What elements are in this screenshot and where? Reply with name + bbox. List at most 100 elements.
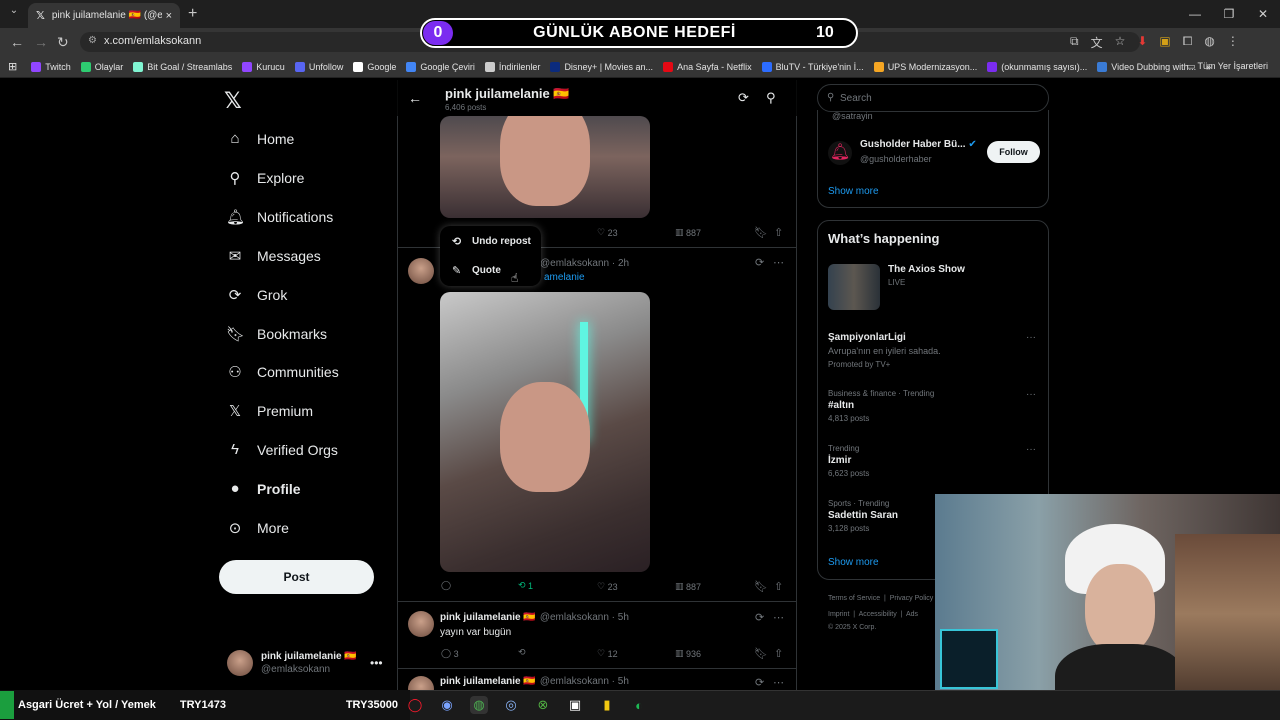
forward-icon[interactable]: → (34, 34, 48, 50)
new-tab-icon[interactable]: + (188, 5, 197, 23)
bookmark-item[interactable]: Google (353, 61, 396, 72)
bookmark-icon[interactable]: 🔖︎ (754, 580, 768, 593)
views-action[interactable]: ▥ 936 (675, 648, 701, 659)
grok-icon[interactable]: ⟳ (755, 256, 764, 269)
reload-icon[interactable]: ↻ (57, 34, 69, 51)
nav-item-more[interactable]: ⊙ More (226, 519, 289, 537)
download-extension-icon[interactable]: ⬇ (1137, 34, 1147, 51)
like-action[interactable]: ♡ 12 (597, 648, 618, 659)
browser-tab[interactable]: 𝕏 pink juilamelanie 🇪🇸 (@emlakso... × (28, 3, 180, 28)
views-action[interactable]: ▥ 887 (675, 581, 701, 592)
repost-action[interactable]: ⟲ (518, 647, 526, 658)
trend-title[interactable]: ŞampiyonlarLigi (828, 332, 906, 343)
bookmark-icon[interactable]: 🔖︎ (754, 647, 768, 660)
bookmark-item[interactable]: İndirilenler (484, 61, 540, 72)
nav-item-communities[interactable]: ⚇ Communities (226, 363, 338, 381)
bookmark-item[interactable]: Twitch (31, 61, 71, 72)
minimize-icon[interactable]: — (1178, 0, 1212, 28)
translate-icon[interactable]: 文 (1091, 34, 1103, 51)
nav-item-grok[interactable]: ⟳ Grok (226, 286, 288, 304)
show-more-link[interactable]: Show more (828, 186, 879, 197)
nav-item-bookmarks[interactable]: 🔖︎ Bookmarks (226, 325, 327, 343)
search-input[interactable]: ⚲ Search (817, 84, 1049, 112)
nav-item-verified-orgs[interactable]: ϟ Verified Orgs (226, 441, 338, 458)
nav-item-profile[interactable]: ● Profile (226, 480, 300, 497)
account-switcher[interactable]: pink juilamelanie 🇪🇸 @emlaksokann (227, 650, 357, 676)
bookmark-item[interactable]: Kurucu (242, 61, 285, 72)
trend-more-icon[interactable]: ··· (1026, 444, 1036, 455)
repost-action[interactable]: ⟲ 1 (518, 580, 533, 591)
live-title[interactable]: The Axios Show (888, 264, 965, 275)
site-info-icon[interactable]: ⚙ (88, 35, 97, 46)
like-action[interactable]: ♡ 23 (597, 227, 618, 238)
post-image[interactable] (440, 116, 650, 218)
tab-close-icon[interactable]: × (166, 10, 172, 22)
avatar[interactable] (408, 258, 434, 284)
all-bookmarks-folder[interactable]: ▭ Tüm Yer İşaretleri (1187, 61, 1268, 72)
suggested-name[interactable]: Gusholder Haber Bü... ✔ (860, 139, 977, 150)
nav-item-explore[interactable]: ⚲ Explore (226, 169, 305, 187)
undo-repost-option[interactable]: ⟲ Undo repost (452, 235, 531, 248)
nav-item-home[interactable]: ⌂ Home (226, 130, 294, 147)
close-window-icon[interactable]: ✕ (1246, 0, 1280, 28)
xbox-icon[interactable]: ⊗ (534, 696, 552, 714)
reply-action[interactable]: ◯ 3 (441, 648, 459, 659)
profile-icon[interactable]: ◍ (1204, 34, 1214, 51)
trend-title[interactable]: İzmir (828, 455, 851, 466)
bell-logo-icon[interactable]: 🔔︎ (828, 141, 852, 165)
bookmark-item[interactable]: BluTV - Türkiye'nin İ... (761, 61, 864, 72)
views-action[interactable]: ▥ 887 (675, 227, 701, 238)
post-image[interactable] (440, 292, 650, 572)
more-icon[interactable]: ⋯ (773, 256, 784, 269)
chrome-icon[interactable]: ◍ (470, 696, 488, 714)
back-arrow-icon[interactable]: ← (408, 90, 422, 106)
like-action[interactable]: ♡ 23 (597, 581, 618, 592)
trend-title[interactable]: #altın (828, 400, 854, 411)
bookmark-item[interactable]: Unfollow (294, 61, 343, 72)
reply-action[interactable]: ◯ (441, 580, 451, 591)
nav-item-notifications[interactable]: 🔔︎ Notifications (226, 208, 333, 226)
menu-kebab-icon[interactable]: ⋮ (1227, 34, 1239, 51)
account-more-icon[interactable]: ••• (370, 656, 383, 670)
powerbi-icon[interactable]: ▮ (598, 696, 616, 714)
avatar[interactable] (408, 611, 434, 637)
trend-title[interactable]: Sadettin Saran (828, 510, 898, 521)
bookmark-item[interactable]: Ana Sayfa - Netflix (663, 61, 752, 72)
app-icon[interactable]: ◉ (438, 696, 456, 714)
post-button[interactable]: Post (219, 560, 374, 594)
extension-icon[interactable]: ▣ (1159, 34, 1170, 51)
app-icon[interactable]: ▣ (566, 696, 584, 714)
bookmark-item[interactable]: Video Dubbing with... (1097, 61, 1196, 72)
restore-icon[interactable]: ❐ (1212, 0, 1246, 28)
opera-icon[interactable]: ◯ (406, 696, 424, 714)
back-icon[interactable]: ← (10, 34, 24, 50)
app-icon[interactable]: ◎ (502, 696, 520, 714)
more-icon[interactable]: ⋯ (773, 611, 784, 624)
share-icon[interactable]: ⇧ (774, 226, 783, 239)
spotify-icon[interactable]: ◐ (630, 696, 648, 714)
quote-option[interactable]: ✎ Quote (452, 264, 501, 277)
bookmark-item[interactable]: Google Çeviri (406, 61, 475, 72)
more-icon[interactable]: ⋯ (773, 676, 784, 689)
trend-more-icon[interactable]: ··· (1026, 332, 1036, 343)
search-icon[interactable]: ⚲ (766, 90, 776, 106)
bookmark-item[interactable]: UPS Modernizasyon... (873, 61, 977, 72)
share-icon[interactable]: ⇧ (774, 647, 783, 660)
show-more-link[interactable]: Show more (828, 557, 879, 568)
nav-item-premium[interactable]: 𝕏 Premium (226, 402, 313, 420)
install-icon[interactable]: ⧉ (1070, 34, 1079, 51)
trend-more-icon[interactable]: ··· (1026, 389, 1036, 400)
bookmark-item[interactable]: Bit Goal / Streamlabs (133, 61, 232, 72)
apps-grid-icon[interactable]: ⊞ (8, 60, 17, 73)
bookmark-item[interactable]: Olaylar (80, 61, 123, 72)
bookmark-item[interactable]: Disney+ | Movies an... (550, 61, 653, 72)
live-thumbnail[interactable] (828, 264, 880, 310)
tab-search-chevron-icon[interactable]: ⌄ (6, 5, 22, 21)
puzzle-icon[interactable]: ⧠ (1183, 34, 1193, 51)
grok-icon[interactable]: ⟳ (738, 90, 749, 106)
bookmark-icon[interactable]: 🔖︎ (754, 226, 768, 239)
follow-button[interactable]: Follow (987, 141, 1040, 163)
star-icon[interactable]: ☆ (1115, 34, 1126, 51)
share-icon[interactable]: ⇧ (774, 580, 783, 593)
mention-link[interactable]: amelanie (544, 272, 585, 283)
